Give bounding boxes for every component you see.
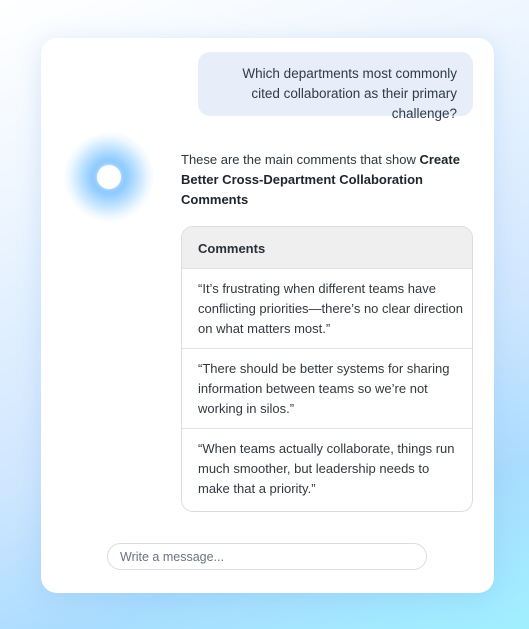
- comments-table: Comments “It’s frustrating when differen…: [181, 226, 473, 512]
- comment-row: “When teams actually collaborate, things…: [198, 441, 455, 496]
- comments-table-header: Comments: [182, 227, 472, 269]
- assistant-orb-core: [97, 165, 121, 189]
- user-message-bubble: Which departments most commonly cited co…: [198, 52, 473, 121]
- message-input[interactable]: [107, 543, 427, 570]
- comment-row: “It’s frustrating when different teams h…: [182, 269, 472, 349]
- assistant-message-text: These are the main comments that show: [181, 152, 420, 167]
- comment-row: “There should be better systems for shar…: [182, 349, 472, 429]
- assistant-message: These are the main comments that show Cr…: [181, 150, 473, 210]
